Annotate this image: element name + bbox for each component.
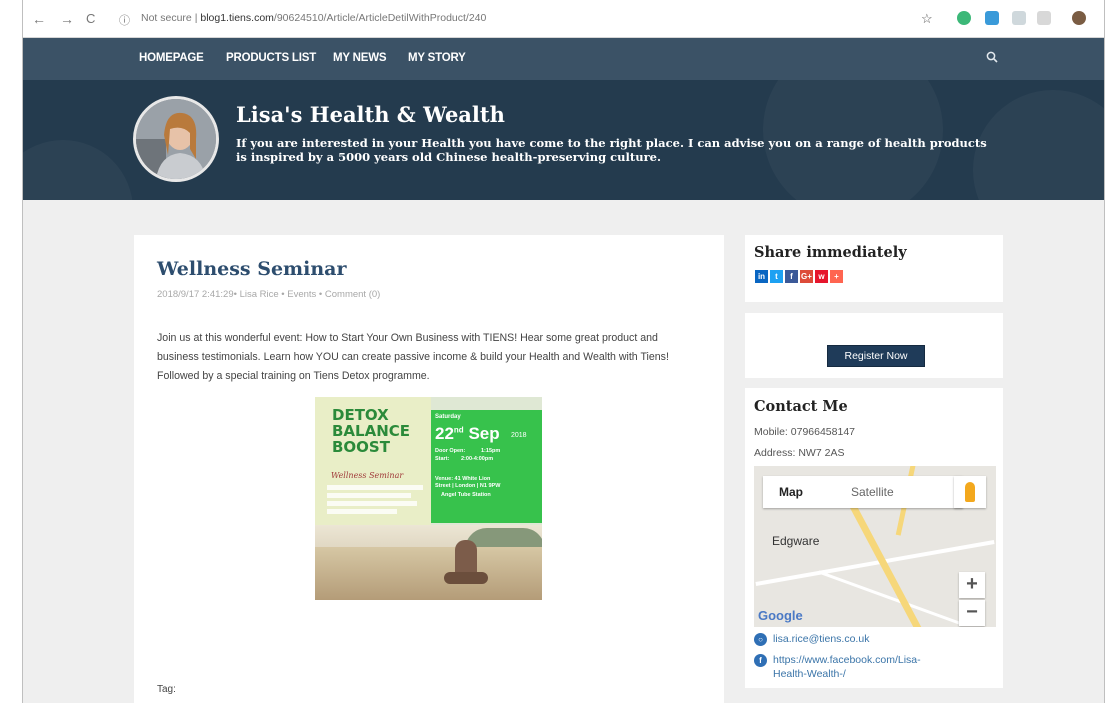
map-zoom-out-button[interactable]: − <box>959 600 985 626</box>
article-title: Wellness Seminar <box>157 258 347 280</box>
poster-date-suffix: nd <box>453 425 464 435</box>
poster-doors-time: 1:15pm <box>481 448 501 454</box>
contact-facebook-row[interactable]: f https://www.facebook.com/Lisa- Health-W… <box>754 653 984 681</box>
poster-text-line <box>327 493 411 498</box>
back-button[interactable]: ← <box>32 11 46 27</box>
poster-date-number: 22 <box>435 424 454 443</box>
poster-subtitle: Wellness Seminar <box>331 471 404 480</box>
poster-venue: Venue: 41 White Lion <box>435 476 491 482</box>
share-icon-row: in t f G+ w + <box>755 270 843 283</box>
register-widget: Register Now <box>745 313 1003 378</box>
poster-text-line <box>327 485 423 490</box>
google-plus-icon[interactable]: G+ <box>800 270 813 283</box>
poster-venue-2: Street | London | N1 9PW <box>435 483 501 489</box>
nav-item-my-news[interactable]: MY NEWS <box>333 52 387 64</box>
article-body: Join us at this wonderful event: How to … <box>157 332 669 382</box>
poster-meditating-person-legs <box>444 572 488 584</box>
extension-icon[interactable] <box>957 11 971 25</box>
contact-facebook-link-2[interactable]: Health-Wealth-/ <box>773 668 846 680</box>
contact-mobile: Mobile: 07966458147 <box>754 426 856 438</box>
street-view-pegman-icon[interactable] <box>954 476 986 508</box>
article-card: Wellness Seminar 2018/9/17 2:41:29• Lisa… <box>134 235 724 703</box>
location-map[interactable]: Map Satellite Edgware + − Google <box>754 466 996 627</box>
google-logo: Google <box>758 608 803 623</box>
share-widget: Share immediately in t f G+ w + <box>745 235 1003 302</box>
poster-water <box>315 547 542 600</box>
linkedin-icon[interactable]: in <box>755 270 768 283</box>
article-meta: 2018/9/17 2:41:29• Lisa Rice • Events • … <box>157 289 381 300</box>
contact-widget: Contact Me Mobile: 07966458147 Address: … <box>745 388 1003 688</box>
blog-description: If you are interested in your Health you… <box>236 136 987 164</box>
url-path: /90624510/Article/ArticleDetilWithProduc… <box>273 12 487 24</box>
poster-line-balance: BALANCE <box>332 422 411 440</box>
poster-month: Sep <box>468 424 500 443</box>
forward-button[interactable]: → <box>60 11 74 27</box>
article-tag-label: Tag: <box>157 684 176 695</box>
pegman-figure <box>965 482 975 502</box>
poster-date-box: Saturday 22nd Sep 2018 Door Open: 1:15pm… <box>431 410 542 523</box>
contact-title: Contact Me <box>754 398 848 415</box>
map-zoom-in-button[interactable]: + <box>959 572 985 598</box>
map-tab-satellite[interactable]: Satellite <box>851 485 894 499</box>
url-host: blog1.tiens.com <box>200 12 274 24</box>
blog-title: Lisa's Health & Wealth <box>236 102 505 127</box>
share-title: Share immediately <box>754 244 907 261</box>
blog-header: Lisa's Health & Wealth If you are intere… <box>23 80 1104 200</box>
contact-facebook-link-1[interactable]: https://www.facebook.com/Lisa- <box>773 654 921 666</box>
contact-email-link[interactable]: lisa.rice@tiens.co.uk <box>773 633 869 645</box>
poster-year: 2018 <box>511 432 527 439</box>
nav-item-homepage[interactable]: HOMEPAGE <box>139 52 204 64</box>
poster-doors-label: Door Open: <box>435 448 466 454</box>
poster-start-label: Start: <box>435 456 450 462</box>
profile-avatar[interactable] <box>1072 11 1086 25</box>
facebook-icon[interactable]: f <box>785 270 798 283</box>
url-separator: | <box>194 12 198 24</box>
more-share-icon[interactable]: + <box>830 270 843 283</box>
poster-station: Angel Tube Station <box>441 492 491 498</box>
browser-window: ← → C ⓘ Not secure | blog1.tiens.com/906… <box>22 0 1105 703</box>
poster-line-detox: DETOX <box>332 406 389 424</box>
browser-toolbar: ← → C ⓘ Not secure | blog1.tiens.com/906… <box>23 0 1104 38</box>
address-bar[interactable]: Not secure | blog1.tiens.com/90624510/Ar… <box>141 12 486 24</box>
poster-day: Saturday <box>435 414 461 420</box>
bookmark-star-icon[interactable]: ☆ <box>921 11 933 27</box>
twitter-icon[interactable]: t <box>770 270 783 283</box>
extension-icon[interactable] <box>985 11 999 25</box>
poster-start-time: 2:00-4:00pm <box>461 456 494 462</box>
map-tab-map[interactable]: Map <box>779 485 803 499</box>
decorative-bubble <box>23 140 133 200</box>
contact-address: Address: NW7 2AS <box>754 447 845 459</box>
facebook-icon: f <box>754 653 767 667</box>
extension-icon[interactable] <box>1037 11 1051 25</box>
poster-text-line <box>327 509 397 514</box>
weibo-icon[interactable]: w <box>815 270 828 283</box>
nav-item-products-list[interactable]: PRODUCTS LIST <box>226 52 316 64</box>
top-navigation: HOMEPAGE PRODUCTS LIST MY NEWS MY STORY <box>23 38 1104 80</box>
map-place-label: Edgware <box>772 534 820 548</box>
email-icon: ○ <box>754 632 767 646</box>
contact-email-row[interactable]: ○ lisa.rice@tiens.co.uk <box>754 632 869 646</box>
reload-button[interactable]: C <box>86 11 95 26</box>
security-label: Not secure <box>141 12 192 24</box>
extension-icon[interactable] <box>1012 11 1026 25</box>
nav-item-my-story[interactable]: MY STORY <box>408 52 466 64</box>
poster-date: 22nd Sep <box>435 424 500 444</box>
register-now-button[interactable]: Register Now <box>827 345 925 367</box>
poster-line-boost: BOOST <box>332 438 390 456</box>
map-type-tabs: Map Satellite <box>763 476 963 508</box>
search-icon[interactable] <box>986 50 998 66</box>
event-poster-image: DETOX BALANCE BOOST Wellness Seminar Sat… <box>315 397 542 600</box>
info-icon[interactable]: ⓘ <box>119 12 130 28</box>
poster-text-line <box>327 501 417 506</box>
avatar <box>133 96 219 182</box>
